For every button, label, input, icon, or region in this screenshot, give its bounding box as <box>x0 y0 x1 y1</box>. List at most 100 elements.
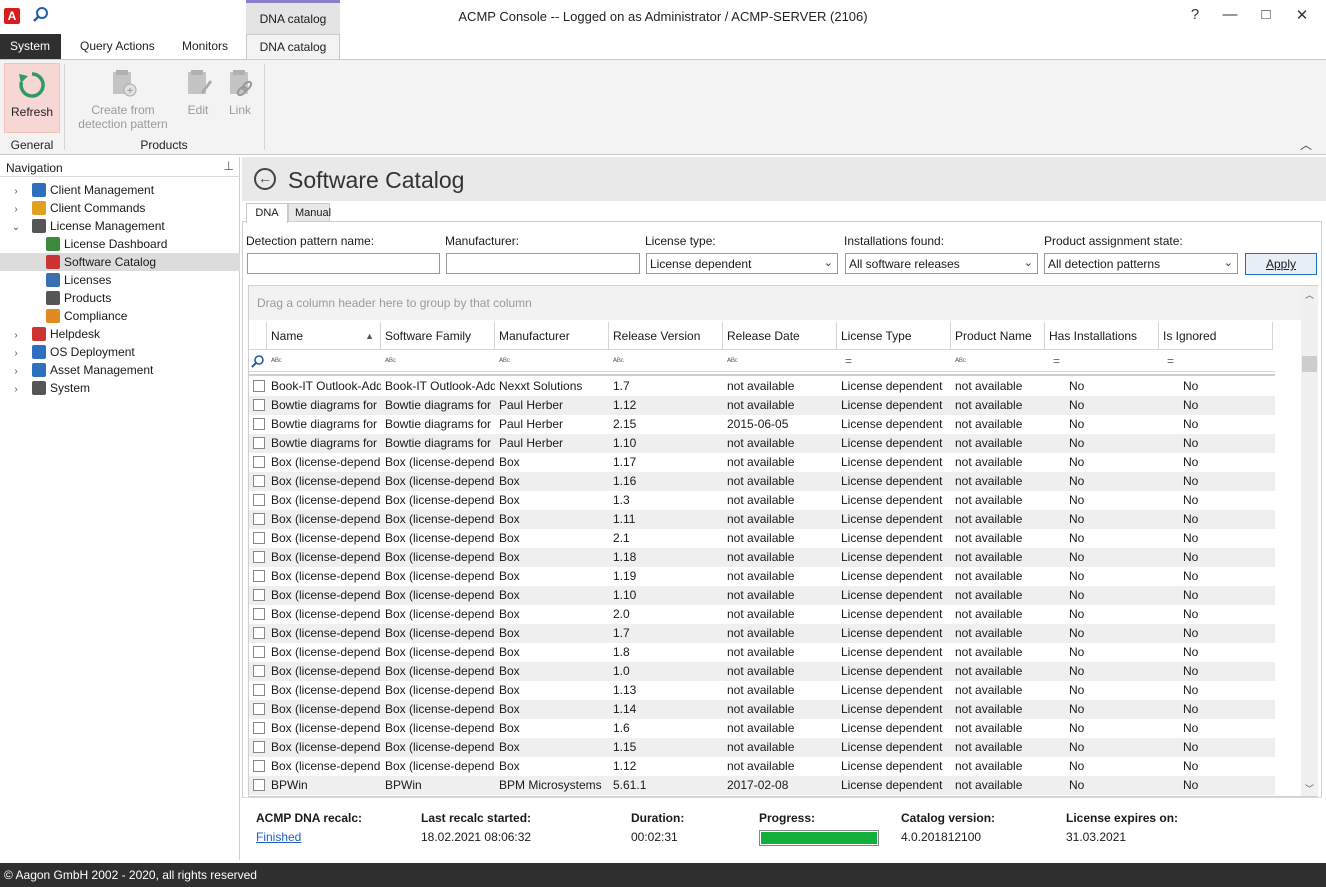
refresh-button[interactable]: Refresh <box>4 63 60 133</box>
nav-item-licenses[interactable]: Licenses <box>0 271 240 289</box>
scroll-up-icon[interactable]: ︿ <box>1305 288 1314 301</box>
row-checkbox[interactable] <box>253 399 265 411</box>
column-filter-software-family[interactable]: ᴬᴮᶜ <box>381 350 495 372</box>
nav-item-helpdesk[interactable]: › Helpdesk <box>0 325 240 343</box>
table-row[interactable]: Box (license-depend... Box (license-depen… <box>249 510 1275 529</box>
table-row[interactable]: Box (license-depend... Box (license-depen… <box>249 719 1275 738</box>
table-row[interactable]: Box (license-depend... Box (license-depen… <box>249 453 1275 472</box>
nav-item-license-management[interactable]: ⌄ License Management <box>0 217 240 235</box>
table-row[interactable]: Box (license-depend... Box (license-depen… <box>249 586 1275 605</box>
column-filter-release-date[interactable]: ᴬᴮᶜ <box>723 350 837 372</box>
filter-search-icon[interactable] <box>251 354 265 368</box>
row-checkbox[interactable] <box>253 475 265 487</box>
scrollbar-thumb[interactable] <box>1302 356 1317 372</box>
column-header-license-type[interactable]: License Type <box>837 322 951 350</box>
row-checkbox[interactable] <box>253 665 265 677</box>
table-row[interactable]: Bowtie diagrams for ... Bowtie diagrams f… <box>249 396 1275 415</box>
table-row[interactable]: Bowtie diagrams for ... Bowtie diagrams f… <box>249 415 1275 434</box>
row-checkbox[interactable] <box>253 608 265 620</box>
apply-button[interactable]: Apply <box>1245 253 1317 275</box>
nav-item-client-management[interactable]: › Client Management <box>0 181 240 199</box>
recalc-status-link[interactable]: Finished <box>256 830 301 844</box>
pin-icon[interactable]: ⊥ <box>224 159 234 173</box>
table-row[interactable]: Book-IT Outlook-Addin Book-IT Outlook-Add… <box>249 377 1275 396</box>
row-checkbox[interactable] <box>253 570 265 582</box>
tab-dna-catalog[interactable]: DNA catalog <box>246 34 340 59</box>
close-button[interactable]: ✕ <box>1290 6 1314 28</box>
column-header-release-version[interactable]: Release Version <box>609 322 723 350</box>
link-button[interactable]: Link <box>222 63 258 123</box>
nav-item-client-commands[interactable]: › Client Commands <box>0 199 240 217</box>
row-checkbox[interactable] <box>253 418 265 430</box>
tab-system[interactable]: System <box>0 34 61 59</box>
table-row[interactable]: Box (license-depend... Box (license-depen… <box>249 624 1275 643</box>
minimize-button[interactable]: — <box>1218 6 1242 28</box>
detection-pattern-input[interactable] <box>247 253 440 274</box>
manufacturer-input[interactable] <box>446 253 640 274</box>
license-type-select[interactable]: License dependent ⌄ <box>646 253 838 274</box>
row-checkbox[interactable] <box>253 722 265 734</box>
row-checkbox[interactable] <box>253 760 265 772</box>
column-header-software-family[interactable]: Software Family <box>381 322 495 350</box>
table-row[interactable]: Box (license-depend... Box (license-depen… <box>249 472 1275 491</box>
table-row[interactable]: Box (license-depend... Box (license-depen… <box>249 529 1275 548</box>
table-row[interactable]: Box (license-depend... Box (license-depen… <box>249 567 1275 586</box>
table-row[interactable]: Box (license-depend... Box (license-depen… <box>249 757 1275 776</box>
column-header-product-name[interactable]: Product Name <box>951 322 1045 350</box>
table-row[interactable]: Box (license-depend... Box (license-depen… <box>249 738 1275 757</box>
nav-item-compliance[interactable]: Compliance <box>0 307 240 325</box>
row-checkbox[interactable] <box>253 456 265 468</box>
table-row[interactable]: Box (license-depend... Box (license-depen… <box>249 643 1275 662</box>
row-checkbox[interactable] <box>253 741 265 753</box>
column-filter-has-installations[interactable]: = <box>1045 350 1159 372</box>
tab-manual[interactable]: Manual <box>288 203 331 222</box>
column-filter-is-ignored[interactable]: = <box>1159 350 1273 372</box>
column-filter-product-name[interactable]: ᴬᴮᶜ <box>951 350 1045 372</box>
back-icon[interactable]: ← <box>254 168 276 190</box>
column-filter-license-type[interactable]: = <box>837 350 951 372</box>
row-checkbox[interactable] <box>253 380 265 392</box>
tab-dna[interactable]: DNA <box>246 203 288 223</box>
chevron-right-icon[interactable]: › <box>10 381 22 399</box>
column-header-has-installations[interactable]: Has Installations <box>1045 322 1159 350</box>
edit-button[interactable]: Edit <box>180 63 216 123</box>
row-checkbox[interactable] <box>253 627 265 639</box>
assignment-state-select[interactable]: All detection patterns ⌄ <box>1044 253 1238 274</box>
table-row[interactable]: Box (license-depend... Box (license-depen… <box>249 605 1275 624</box>
nav-item-os-deployment[interactable]: › OS Deployment <box>0 343 240 361</box>
row-checkbox[interactable] <box>253 703 265 715</box>
row-checkbox[interactable] <box>253 494 265 506</box>
create-from-pattern-button[interactable]: + Create from detection pattern <box>70 63 176 135</box>
column-filter-release-version[interactable]: ᴬᴮᶜ <box>609 350 723 372</box>
column-header-release-date[interactable]: Release Date <box>723 322 837 350</box>
row-checkbox[interactable] <box>253 589 265 601</box>
column-filter-name[interactable]: ᴬᴮᶜ <box>267 350 381 372</box>
maximize-button[interactable]: □ <box>1254 6 1278 28</box>
table-row[interactable]: BPWin BPWin BPM Microsystems 5.61.1 2017-02-… <box>249 776 1275 795</box>
row-checkbox[interactable] <box>253 513 265 525</box>
row-checkbox[interactable] <box>253 551 265 563</box>
nav-item-software-catalog[interactable]: Software Catalog <box>0 253 240 271</box>
table-row[interactable]: Bowtie diagrams for ... Bowtie diagrams f… <box>249 434 1275 453</box>
column-header-is-ignored[interactable]: Is Ignored <box>1159 322 1273 350</box>
nav-item-asset-management[interactable]: › Asset Management <box>0 361 240 379</box>
ribbon-collapse-icon[interactable]: ︿ <box>1300 136 1312 153</box>
column-header-name[interactable]: Name ▲ <box>267 322 381 350</box>
nav-item-license-dashboard[interactable]: License Dashboard <box>0 235 240 253</box>
table-row[interactable]: Box (license-depend... Box (license-depen… <box>249 548 1275 567</box>
table-row[interactable]: Box (license-depend... Box (license-depen… <box>249 681 1275 700</box>
group-by-area[interactable]: Drag a column header here to group by th… <box>249 286 1301 320</box>
column-filter-manufacturer[interactable]: ᴬᴮᶜ <box>495 350 609 372</box>
table-row[interactable]: Box (license-depend... Box (license-depen… <box>249 491 1275 510</box>
row-checkbox[interactable] <box>253 437 265 449</box>
row-checkbox[interactable] <box>253 779 265 791</box>
installations-select[interactable]: All software releases ⌄ <box>845 253 1038 274</box>
row-checkbox[interactable] <box>253 684 265 696</box>
row-checkbox[interactable] <box>253 532 265 544</box>
tab-monitors[interactable]: Monitors <box>172 34 238 59</box>
column-header-manufacturer[interactable]: Manufacturer <box>495 322 609 350</box>
table-row[interactable]: Box (license-depend... Box (license-depen… <box>249 700 1275 719</box>
scroll-down-icon[interactable]: ﹀ <box>1305 782 1314 795</box>
tab-query-actions[interactable]: Query Actions <box>70 34 165 59</box>
nav-item-system[interactable]: › System <box>0 379 240 397</box>
